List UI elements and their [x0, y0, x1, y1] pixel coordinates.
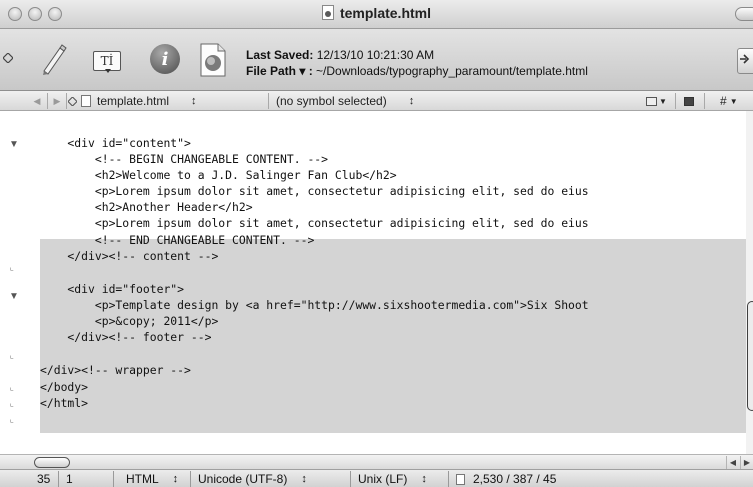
fold-end-icon[interactable]: ⌞: [9, 351, 14, 361]
bookmarks-menu-icon[interactable]: ▼: [646, 91, 672, 111]
hash-menu[interactable]: # ▼: [720, 91, 750, 111]
code-line: <!-- END CHANGEABLE CONTENT. -->: [40, 233, 315, 247]
scroll-left-arrow-icon[interactable]: ◀: [726, 456, 739, 469]
preview-in-browser-icon[interactable]: [196, 41, 230, 79]
file-path-label[interactable]: File Path ▾ :: [246, 64, 313, 78]
code-line: <p>&copy; 2011</p>: [40, 314, 219, 328]
text-options-glyph: Tİ: [93, 51, 121, 71]
diamond-icon[interactable]: [2, 51, 14, 65]
overflow-toolbar-button[interactable]: [737, 48, 753, 74]
updown-arrows-icon: ↕: [172, 473, 179, 485]
vertical-scroll-thumb[interactable]: [747, 301, 753, 411]
forward-arrow-icon[interactable]: ▶: [50, 91, 64, 111]
updown-arrows-icon: ↕: [191, 95, 197, 107]
updown-arrows-icon: ↕: [421, 473, 427, 485]
vertical-scrollbar[interactable]: [746, 111, 753, 454]
code-line: <p>Lorem ipsum dolor sit amet, consectet…: [40, 216, 589, 230]
code-line: </html>: [40, 396, 89, 410]
code-line: <h2>Welcome to a J.D. Salinger Fan Club<…: [40, 168, 397, 182]
status-bar: 35 1 HTML ↕ Unicode (UTF-8) ↕ Unix (LF) ↕ 2…: [0, 469, 753, 487]
back-arrow-icon[interactable]: ◀: [30, 91, 44, 111]
file-info: Last Saved: 12/13/10 10:21:30 AM File Pa…: [246, 47, 588, 79]
code-editor[interactable]: ▼ ⌞ ▼ ⌞ ⌞ ⌞ ⌞ <div id="content"> <!-- BE…: [0, 111, 753, 454]
file-selector-label: template.html: [97, 94, 170, 108]
fold-end-icon[interactable]: ⌞: [9, 399, 14, 409]
symbol-selector[interactable]: (no symbol selected) ↕: [276, 91, 476, 111]
code-line: <div id="content">: [40, 136, 191, 150]
fold-disclosure-icon[interactable]: ▼: [9, 292, 19, 302]
fold-end-icon[interactable]: ⌞: [9, 415, 14, 425]
split-view-icon[interactable]: [684, 91, 698, 111]
last-saved-value: 12/13/10 10:21:30 AM: [316, 48, 435, 62]
last-saved-label: Last Saved:: [246, 48, 314, 62]
code-line: <p>Lorem ipsum dolor sit amet, consectet…: [40, 184, 589, 198]
horizontal-scrollbar[interactable]: ◀ ▶: [0, 454, 753, 469]
horizontal-scroll-thumb[interactable]: [34, 457, 70, 468]
updown-arrows-icon: ↕: [301, 473, 307, 485]
window-title-area: template.html: [0, 5, 753, 21]
document-icon[interactable]: [321, 5, 334, 20]
scroll-right-arrow-icon[interactable]: ▶: [740, 456, 753, 469]
pencil-icon[interactable]: [36, 41, 70, 77]
window-titlebar: template.html: [0, 0, 753, 29]
navigation-bar: ◀ ▶ template.html ↕ (no symbol selected)…: [0, 91, 753, 111]
code-line: <!-- BEGIN CHANGEABLE CONTENT. -->: [40, 152, 329, 166]
fold-end-icon[interactable]: ⌞: [9, 383, 14, 393]
document-stats-icon: [456, 473, 465, 485]
file-path-value: ~/Downloads/typography_paramount/templat…: [316, 64, 588, 78]
toolbar-toggle-button[interactable]: [735, 7, 753, 21]
file-icon: [81, 95, 91, 107]
line-endings-label: Unix (LF): [358, 472, 408, 486]
text-options-icon[interactable]: Tİ: [90, 45, 124, 77]
line-endings-selector[interactable]: Unix (LF) ↕: [358, 471, 427, 487]
code-text[interactable]: <div id="content"> <!-- BEGIN CHANGEABLE…: [40, 111, 746, 454]
fold-end-icon[interactable]: ⌞: [9, 263, 14, 273]
code-line: </div><!-- footer -->: [40, 330, 212, 344]
file-selector[interactable]: template.html ↕: [68, 91, 268, 111]
language-label: HTML: [126, 472, 159, 486]
info-icon[interactable]: i: [148, 42, 182, 76]
column-number: 1: [66, 472, 73, 486]
code-line: <h2>Another Header</h2>: [40, 200, 253, 214]
updown-arrows-icon: ↕: [408, 95, 415, 107]
code-line: </div><!-- content -->: [40, 249, 219, 263]
code-line: <p>Template design by <a href="http://ww…: [40, 298, 589, 312]
fold-disclosure-icon[interactable]: ▼: [9, 140, 19, 150]
line-number: 35: [37, 472, 51, 486]
encoding-label: Unicode (UTF-8): [198, 472, 288, 486]
toolbar: Tİ i Last Saved: 12/13/10 10:21:30 AM Fi…: [0, 29, 753, 91]
document-stats[interactable]: 2,530 / 387 / 45: [456, 471, 556, 487]
window-title: template.html: [339, 5, 431, 21]
document-counts: 2,530 / 387 / 45: [473, 472, 557, 486]
encoding-selector[interactable]: Unicode (UTF-8) ↕: [198, 471, 307, 487]
line-gutter: ▼ ⌞ ▼ ⌞ ⌞ ⌞ ⌞: [0, 111, 34, 454]
code-line: <div id="footer">: [40, 282, 185, 296]
hash-icon: #: [720, 94, 727, 108]
diamond-icon: [68, 96, 77, 106]
code-line: </div><!-- wrapper -->: [40, 363, 191, 377]
dropdown-arrow-icon: [105, 69, 111, 73]
symbol-selector-label: (no symbol selected): [276, 94, 387, 108]
code-line: </body>: [40, 380, 89, 394]
language-selector[interactable]: HTML ↕: [126, 471, 178, 487]
